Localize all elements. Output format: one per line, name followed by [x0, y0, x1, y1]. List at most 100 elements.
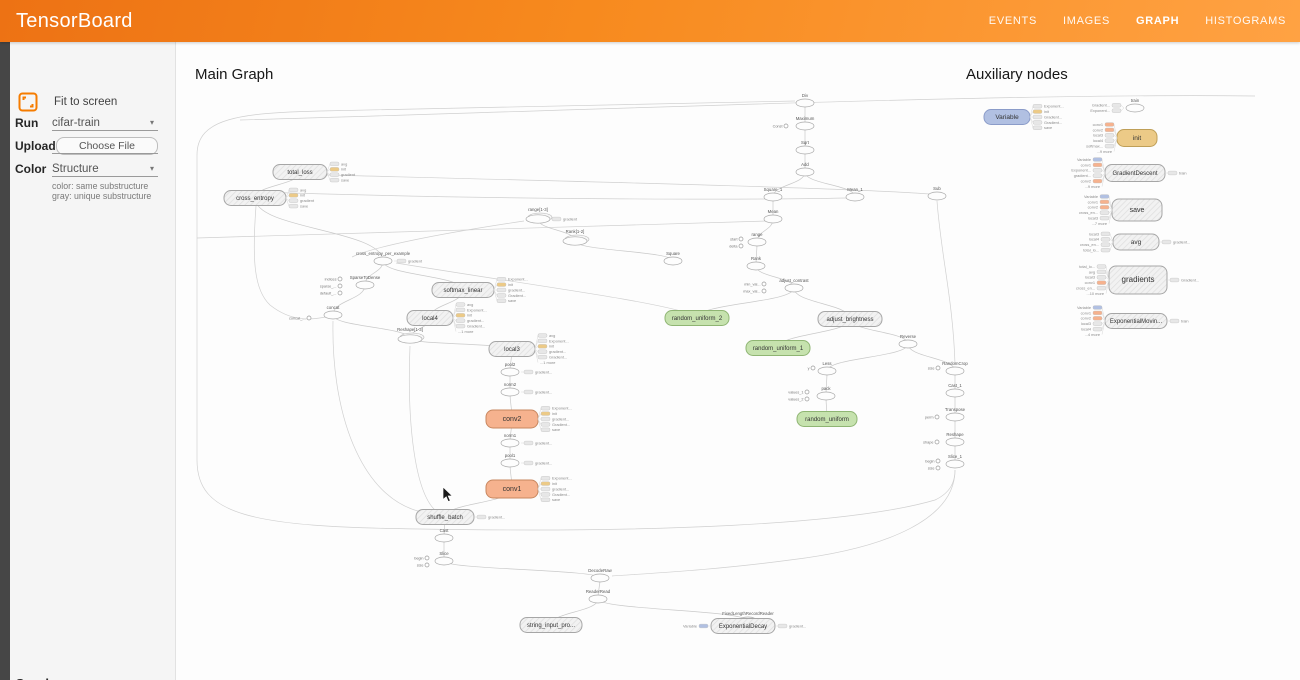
graph-node-c_v1[interactable]: values_1 — [788, 390, 809, 394]
graph-node-c_const[interactable]: Const — [773, 124, 788, 128]
svg-text:default_...: default_... — [320, 291, 337, 295]
graph-node-reshape[interactable]: Reshape — [946, 432, 964, 446]
graph-node-c_start[interactable]: start — [730, 237, 743, 241]
graph-node-range13[interactable]: range[1-3] — [526, 207, 552, 223]
graph-node-grads[interactable]: gradients — [1109, 266, 1167, 294]
graph-node-expdec[interactable]: ExponentialDecay — [711, 619, 775, 634]
graph-node-concat[interactable]: concat — [324, 305, 342, 319]
graph-node-square[interactable]: Square — [664, 251, 682, 265]
sidebar-scrollbar[interactable] — [0, 42, 10, 680]
svg-text:size: size — [928, 366, 935, 370]
svg-text:Slice_1: Slice_1 — [948, 454, 963, 459]
graph-node-rcrop[interactable]: RandomCrop — [942, 361, 968, 375]
graph-node-sqrt[interactable]: Sqrt — [796, 140, 814, 154]
upload-underline — [52, 153, 158, 154]
graph-node-c_cc[interactable]: concat_... — [289, 316, 311, 320]
graph-node-train[interactable]: train — [1126, 98, 1144, 112]
graph-node-sb[interactable]: shuffle_batch — [416, 510, 474, 525]
graph-node-norm2[interactable]: norm2 — [501, 382, 519, 396]
graph-node-conv1[interactable]: conv1 — [486, 480, 538, 498]
tab-histograms[interactable]: HISTOGRAMS — [1205, 15, 1286, 27]
graph-node-c_sz[interactable]: size — [417, 563, 429, 567]
graph-node-c_v2[interactable]: values_2 — [788, 397, 809, 401]
run-select[interactable]: cifar-train — [52, 117, 100, 129]
svg-text:Exponent...: Exponent... — [508, 277, 528, 282]
graph-node-ce[interactable]: cross_entropy — [224, 191, 286, 206]
graph-node-div[interactable]: Div — [796, 93, 814, 107]
graph-node-c_maxv[interactable]: max_val... — [743, 289, 766, 293]
graph-node-ru[interactable]: random_uniform — [797, 412, 857, 427]
tab-graph[interactable]: GRAPH — [1136, 15, 1179, 27]
graph-node-sq1[interactable]: Square_1 — [764, 187, 783, 201]
graph-node-sml[interactable]: softmax_linear — [432, 283, 494, 298]
graph-node-sub[interactable]: Sub — [928, 186, 946, 200]
graph-node-slice[interactable]: Slice — [435, 551, 453, 565]
graph-node-less[interactable]: Less — [818, 361, 836, 375]
graph-canvas: total_lossavginitgradientsavecross_entro… — [0, 42, 1300, 680]
svg-text:Exponent...: Exponent... — [552, 406, 572, 411]
graph-node-c_perm[interactable]: perm — [925, 415, 939, 419]
graph-node-ema[interactable]: ExponentialMovin... — [1105, 314, 1167, 329]
svg-text:conv1: conv1 — [1081, 310, 1091, 315]
svg-text:gradient...: gradient... — [535, 389, 552, 394]
graph-node-maximum[interactable]: Maximum — [796, 116, 815, 130]
graph-node-reverse[interactable]: Reverse — [899, 334, 917, 348]
graph-node-c_minv[interactable]: min_val... — [744, 282, 766, 286]
color-select[interactable]: Structure — [52, 163, 99, 175]
graph-node-init[interactable]: init — [1117, 130, 1157, 147]
graph-node-c_spv[interactable]: sparse_... — [320, 284, 342, 288]
graph-node-rread[interactable]: ReaderRead — [586, 589, 611, 603]
svg-text:local3: local3 — [1085, 275, 1095, 280]
graph-node-resh13[interactable]: Reshape[1-3] — [397, 327, 424, 343]
svg-text:random_uniform: random_uniform — [805, 417, 849, 423]
graph-node-mean[interactable]: Mean — [764, 209, 782, 223]
graph-node-std[interactable]: SparseToDense — [350, 275, 381, 289]
svg-text:local4: local4 — [422, 316, 438, 322]
svg-text:Rank[1-2]: Rank[1-2] — [566, 229, 585, 234]
graph-node-c_shape[interactable]: shape — [923, 440, 939, 444]
graph-node-ru2[interactable]: random_uniform_2 — [665, 311, 729, 326]
graph-node-adjc[interactable]: adjust_contrast — [779, 278, 809, 292]
legend-title: Graph — [15, 676, 53, 680]
graph-node-cast[interactable]: Cast — [435, 528, 453, 542]
graph-node-variable[interactable]: Variable — [984, 110, 1030, 125]
graph-node-pool2[interactable]: pool2 — [501, 362, 519, 376]
graph-node-c_sz1[interactable]: size — [928, 466, 940, 470]
graph-node-tl[interactable]: total_loss — [273, 165, 327, 180]
svg-text:start: start — [730, 237, 738, 241]
graph-node-rank[interactable]: Rank — [747, 256, 765, 270]
graph-node-l4[interactable]: local4 — [407, 311, 453, 326]
graph-node-c_beg[interactable]: begin — [414, 556, 429, 560]
graph-node-conv2[interactable]: conv2 — [486, 410, 538, 428]
svg-text:shape: shape — [923, 440, 933, 444]
graph-node-slice1[interactable]: Slice_1 — [946, 454, 964, 468]
fit-to-screen-button[interactable]: Fit to screen — [18, 92, 117, 112]
graph-node-transpose[interactable]: Transpose — [945, 407, 966, 421]
graph-node-save[interactable]: save — [1112, 199, 1162, 221]
tab-images[interactable]: IMAGES — [1063, 15, 1110, 27]
graph-node-pack[interactable]: pack — [817, 386, 835, 400]
graph-node-norm1[interactable]: norm1 — [501, 433, 519, 447]
graph-node-pool1[interactable]: pool1 — [501, 453, 519, 467]
graph-node-mean1[interactable]: Mean_1 — [846, 187, 864, 201]
tab-events[interactable]: EVENTS — [989, 15, 1037, 27]
graph-node-c_y[interactable]: y — [808, 366, 815, 370]
graph-node-gd[interactable]: GradientDescent — [1105, 165, 1165, 182]
graph-node-c_def[interactable]: default_... — [320, 291, 342, 295]
graph-node-ru1[interactable]: random_uniform_1 — [746, 341, 810, 356]
graph-node-cast1[interactable]: Cast_1 — [946, 383, 964, 397]
graph-node-c_size[interactable]: size — [928, 366, 940, 370]
graph-node-c_ind[interactable]: indices — [325, 277, 342, 281]
graph-node-range[interactable]: range — [748, 232, 766, 246]
graph-node-sip[interactable]: string_input_pro... — [520, 618, 582, 633]
svg-text:GradientDescent: GradientDescent — [1112, 171, 1157, 177]
graph-node-avg[interactable]: avg — [1113, 234, 1159, 250]
graph-node-add[interactable]: Add — [796, 162, 814, 176]
svg-text:adjust_brightness: adjust_brightness — [826, 317, 873, 323]
graph-node-l3[interactable]: local3 — [489, 342, 535, 357]
graph-node-c_beg1[interactable]: begin — [925, 459, 940, 463]
graph-node-c_delta[interactable]: delta — [729, 244, 743, 248]
graph-node-rank12[interactable]: Rank[1-2] — [563, 229, 589, 245]
graph-node-adjb[interactable]: adjust_brightness — [818, 312, 882, 327]
svg-text:Mean_1: Mean_1 — [847, 187, 863, 192]
